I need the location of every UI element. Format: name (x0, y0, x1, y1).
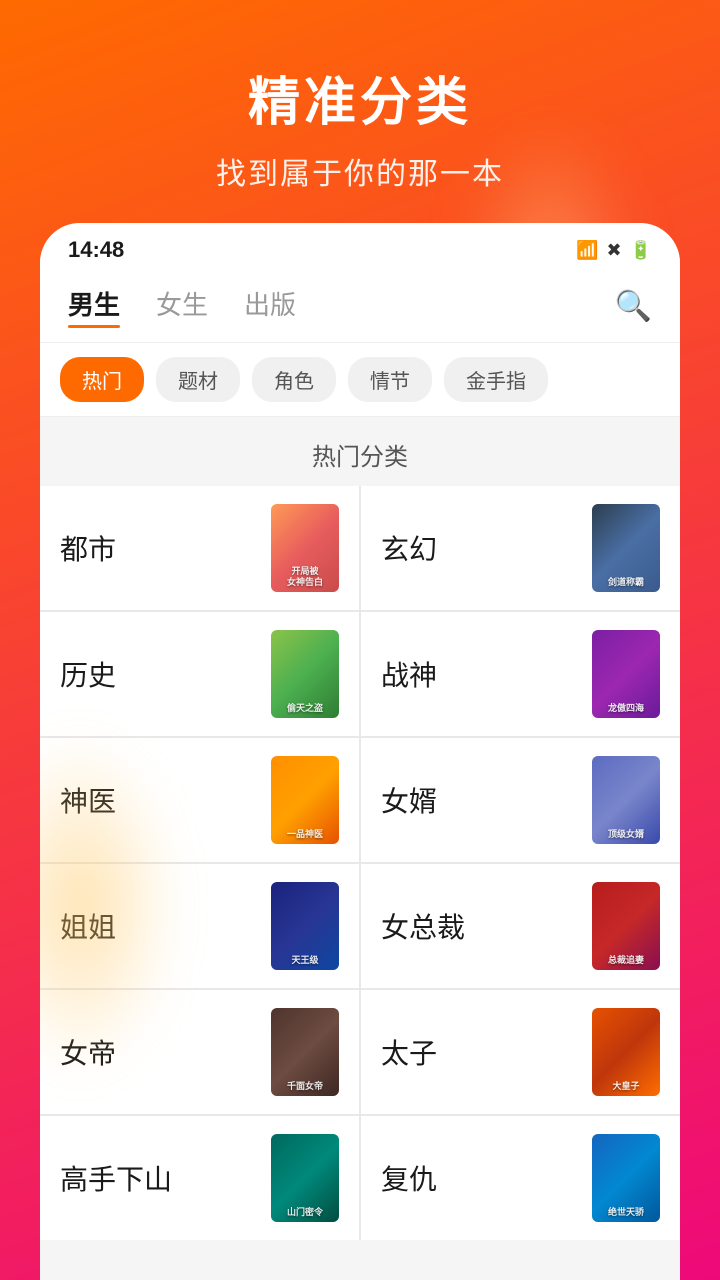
cover-text: 天王级 (271, 955, 339, 966)
section-title: 热门分类 (40, 417, 680, 486)
filter-hot[interactable]: 热门 (60, 357, 144, 402)
cover-text: 山门密令 (271, 1207, 339, 1218)
category-label: 女婿 (381, 780, 580, 820)
filter-cheat[interactable]: 金手指 (444, 357, 548, 402)
signal-icon: ✖ (606, 240, 621, 261)
filter-role[interactable]: 角色 (252, 357, 336, 402)
category-label: 复仇 (381, 1158, 580, 1198)
phone-shell: 14:48 📶 ✖ 🔋 男生 女生 出版 🔍 热门 题材 角色 情节 金手指 热… (40, 223, 680, 1280)
cover-text: 一品神医 (271, 829, 339, 840)
cover-text: 绝世天骄 (592, 1207, 660, 1218)
book-cover-jiejie: 天王级 (271, 882, 339, 970)
cover-text: 总裁追妻 (592, 955, 660, 966)
battery-icon: 🔋 (630, 240, 652, 261)
cover-text: 开局被女神告白 (271, 566, 339, 588)
search-button[interactable]: 🔍 (615, 289, 652, 324)
category-xuanhuan[interactable]: 玄幻 剑道称霸 (361, 486, 680, 610)
category-fouchou[interactable]: 复仇 绝世天骄 (361, 1116, 680, 1240)
category-grid: 都市 开局被女神告白 玄幻 剑道称霸 历史 偷天之盗 战神 (40, 486, 680, 1240)
cover-text: 偷天之盗 (271, 703, 339, 714)
filter-plot[interactable]: 情节 (348, 357, 432, 402)
category-label: 都市 (60, 528, 259, 568)
cover-text: 千面女帝 (271, 1081, 339, 1092)
status-icons: 📶 ✖ 🔋 (576, 240, 652, 261)
category-label: 玄幻 (381, 528, 580, 568)
category-label: 女总裁 (381, 906, 580, 946)
category-nuxu[interactable]: 女婿 顶级女婿 (361, 738, 680, 862)
wifi-icon: 📶 (576, 240, 598, 261)
banner-title: 精准分类 (40, 60, 680, 135)
main-tab-bar: 男生 女生 出版 🔍 (40, 273, 680, 343)
category-label: 战神 (381, 654, 580, 694)
category-label: 高手下山 (60, 1158, 259, 1198)
category-label: 姐姐 (60, 906, 259, 946)
book-cover-xuanhuan: 剑道称霸 (592, 504, 660, 592)
book-cover-gaoshou: 山门密令 (271, 1134, 339, 1222)
book-cover-dushi: 开局被女神告白 (271, 504, 339, 592)
book-cover-nvzongcai: 总裁追妻 (592, 882, 660, 970)
category-label: 神医 (60, 780, 259, 820)
status-time: 14:48 (68, 237, 124, 263)
filter-genre[interactable]: 题材 (156, 357, 240, 402)
book-cover-nuxu: 顶级女婿 (592, 756, 660, 844)
category-nvzongcai[interactable]: 女总裁 总裁追妻 (361, 864, 680, 988)
tab-publish[interactable]: 出版 (244, 285, 296, 328)
category-label: 历史 (60, 654, 259, 694)
book-cover-lishi: 偷天之盗 (271, 630, 339, 718)
status-bar: 14:48 📶 ✖ 🔋 (40, 223, 680, 273)
tab-male[interactable]: 男生 (68, 285, 120, 328)
book-cover-shenyi: 一品神医 (271, 756, 339, 844)
category-zhanshen[interactable]: 战神 龙傲四海 (361, 612, 680, 736)
category-nvdi[interactable]: 女帝 千面女帝 (40, 990, 359, 1114)
book-cover-nvdi: 千面女帝 (271, 1008, 339, 1096)
category-gaoshou[interactable]: 高手下山 山门密令 (40, 1116, 359, 1240)
banner-subtitle: 找到属于你的那一本 (40, 149, 680, 193)
cover-text: 剑道称霸 (592, 577, 660, 588)
category-jiejie[interactable]: 姐姐 天王级 (40, 864, 359, 988)
book-cover-taizi: 大皇子 (592, 1008, 660, 1096)
category-lishi[interactable]: 历史 偷天之盗 (40, 612, 359, 736)
cover-text: 大皇子 (592, 1081, 660, 1092)
book-cover-fouchou: 绝世天骄 (592, 1134, 660, 1222)
tab-female[interactable]: 女生 (156, 285, 208, 328)
category-label: 女帝 (60, 1032, 259, 1072)
book-cover-zhanshen: 龙傲四海 (592, 630, 660, 718)
cover-text: 龙傲四海 (592, 703, 660, 714)
cover-text: 顶级女婿 (592, 829, 660, 840)
category-label: 太子 (381, 1032, 580, 1072)
category-dushi[interactable]: 都市 开局被女神告白 (40, 486, 359, 610)
category-shenyi[interactable]: 神医 一品神医 (40, 738, 359, 862)
category-taizi[interactable]: 太子 大皇子 (361, 990, 680, 1114)
top-banner: 精准分类 找到属于你的那一本 (0, 0, 720, 223)
filter-bar: 热门 题材 角色 情节 金手指 (40, 343, 680, 417)
content-area: 热门分类 都市 开局被女神告白 玄幻 剑道称霸 历史 偷天之盗 (40, 417, 680, 1280)
